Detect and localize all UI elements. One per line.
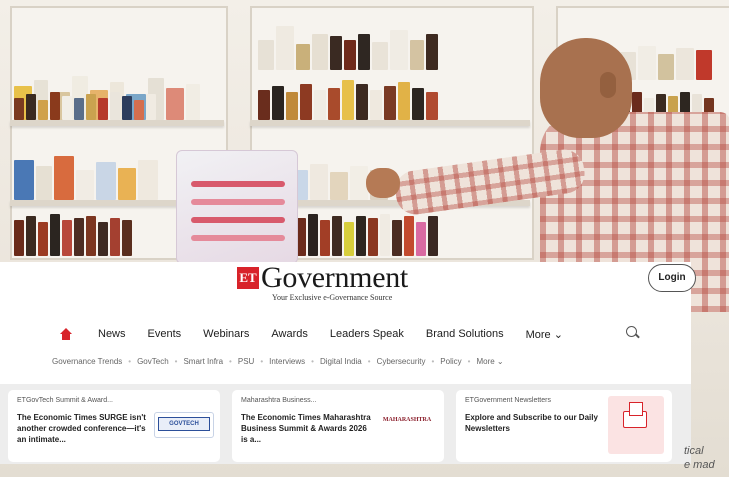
subnav-separator: • [467, 357, 471, 366]
etgovernment-logo[interactable]: ET Government [237, 261, 408, 294]
subnav-item-interviews[interactable]: Interviews [269, 357, 305, 366]
subnav-separator: • [431, 357, 435, 366]
login-button[interactable]: Login [648, 264, 696, 292]
logo-wordmark: Government [261, 261, 408, 294]
maharashtra-logo-thumbnail: MAHARASHTRA [378, 408, 436, 438]
maharashtra-logo-text: MAHARASHTRA [382, 417, 432, 423]
home-icon[interactable] [60, 328, 72, 340]
govtech-logo-text: GOVTECH [158, 417, 210, 431]
site-tagline: Your Exclusive e-Governance Source [272, 293, 393, 302]
promo-card-govtech[interactable]: ETGovTech Summit & Award... The Economic… [8, 390, 220, 462]
newsletter-mail-icon [623, 402, 647, 428]
subnav-item-digital-india[interactable]: Digital India [320, 357, 362, 366]
card-title[interactable]: The Economic Times SURGE isn't another c… [17, 412, 149, 445]
card-title[interactable]: The Economic Times Maharashtra Business … [241, 412, 373, 445]
nav-item-webinars[interactable]: Webinars [203, 328, 249, 340]
caption-line: e mad [684, 459, 715, 471]
subnav-item-smart-infra[interactable]: Smart Infra [183, 357, 223, 366]
newsletter-thumbnail [608, 396, 664, 454]
card-category: Maharashtra Business... [241, 397, 317, 404]
subnav-item-govtech[interactable]: GovTech [137, 357, 169, 366]
subnav-separator: • [229, 357, 232, 366]
subnav-item-policy[interactable]: Policy [440, 357, 461, 366]
nav-item-news[interactable]: News [98, 328, 126, 340]
search-icon[interactable] [626, 326, 637, 337]
subnav-separator: • [260, 357, 264, 366]
subnav-separator: • [174, 357, 178, 366]
promo-card-maharashtra[interactable]: Maharashtra Business... The Economic Tim… [232, 390, 444, 462]
nav-more-dropdown[interactable]: More ⌄ [526, 328, 563, 341]
cropped-caption-text: tical e mad [684, 444, 715, 472]
nav-item-events[interactable]: Events [148, 328, 182, 340]
subnav-item-psu[interactable]: PSU [238, 357, 254, 366]
subnav-item-more[interactable]: More ⌄ [476, 357, 503, 366]
govtech-logo-thumbnail: GOVTECH [154, 412, 214, 438]
subnav-item-governance-trends[interactable]: Governance Trends [52, 357, 122, 366]
card-title[interactable]: Explore and Subscribe to our Daily Newsl… [465, 412, 601, 434]
subnav-item-cybersecurity[interactable]: Cybersecurity [377, 357, 426, 366]
sub-nav: Governance Trends • GovTech • Smart Infra •… [52, 357, 504, 366]
nav-item-awards[interactable]: Awards [271, 328, 307, 340]
card-category: ETGovTech Summit & Award... [17, 397, 113, 404]
main-nav: News Events Webinars Awards Leaders Spea… [60, 324, 563, 344]
subnav-separator: • [367, 357, 371, 366]
card-category: ETGovernment Newsletters [465, 397, 551, 404]
logo-et-mark: ET [237, 267, 259, 289]
nav-item-brand-solutions[interactable]: Brand Solutions [426, 328, 504, 340]
caption-line: tical [684, 445, 704, 457]
nav-item-leaders-speak[interactable]: Leaders Speak [330, 328, 404, 340]
subnav-separator: • [311, 357, 314, 366]
subnav-separator: • [128, 357, 132, 366]
promo-card-newsletters[interactable]: ETGovernment Newsletters Explore and Sub… [456, 390, 672, 462]
